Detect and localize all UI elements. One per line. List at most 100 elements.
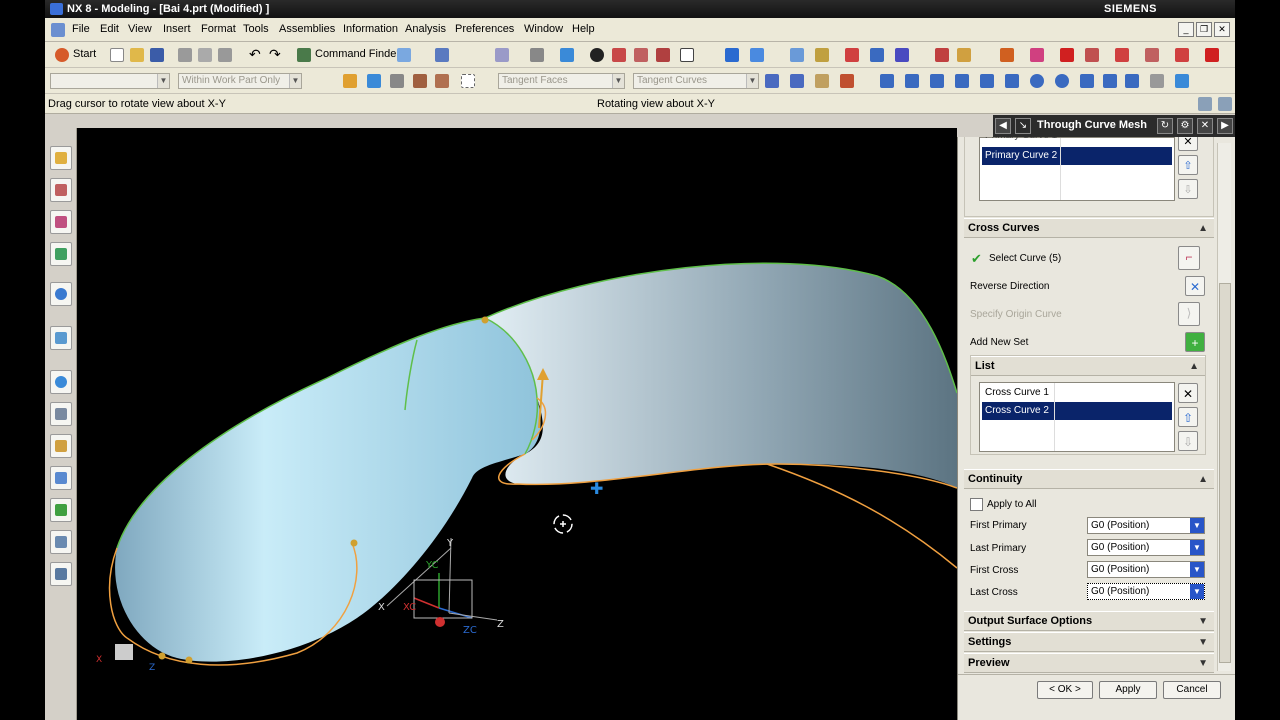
move-down-primary-button[interactable]: ⇩	[1178, 179, 1198, 199]
layer-icon[interactable]	[656, 48, 670, 62]
graphics-viewport[interactable]: ✚ YC XC ZC Y X Z X Z	[77, 128, 957, 720]
surface-tool-icon[interactable]	[935, 48, 949, 62]
list-item-selected[interactable]: Cross Curve 2	[982, 402, 1172, 420]
snap-mid-icon[interactable]	[880, 74, 894, 88]
redo-icon[interactable]: ↷	[269, 46, 281, 63]
menu-assemblies[interactable]: Assemblies	[279, 23, 335, 35]
list-item-selected[interactable]: Primary Curve 2	[982, 147, 1172, 165]
open-file-icon[interactable]	[130, 48, 144, 62]
hd3d-tools-button[interactable]	[50, 282, 72, 306]
wcs-icon[interactable]	[634, 48, 648, 62]
resource-bar-icon[interactable]	[1198, 97, 1212, 111]
snap-arc-icon[interactable]	[1030, 74, 1044, 88]
mirror-icon[interactable]	[1175, 48, 1189, 62]
apply-to-all-checkbox[interactable]	[970, 498, 983, 511]
cancel-button[interactable]: Cancel	[1163, 681, 1221, 699]
ok-button[interactable]: < OK >	[1037, 681, 1093, 699]
list-section-header[interactable]: List ▲	[971, 356, 1205, 376]
restore-button[interactable]: ❐	[1196, 22, 1212, 37]
remove-primary-button[interactable]: ✕	[1178, 137, 1198, 151]
extrude-icon[interactable]	[1000, 48, 1014, 62]
output-surface-options-header[interactable]: Output Surface Options ▼	[964, 611, 1214, 631]
render-style-icon[interactable]	[590, 48, 604, 62]
dialog-forward-button[interactable]: ▶	[1217, 118, 1233, 134]
manufacturing-wizard-button[interactable]	[50, 466, 72, 490]
primary-curves-list[interactable]: Primary Curve 1 Primary Curve 2	[979, 137, 1175, 201]
move-down-cross-button[interactable]: ⇩	[1178, 431, 1198, 451]
move-up-primary-button[interactable]: ⇧	[1178, 155, 1198, 175]
undo-icon[interactable]: ↶	[249, 46, 261, 63]
edge-select-icon[interactable]	[435, 74, 449, 88]
snap-intersection-icon[interactable]	[930, 74, 944, 88]
palettes-button[interactable]	[50, 562, 72, 586]
specify-origin-button[interactable]: ⟩	[1178, 302, 1200, 326]
revolve-icon[interactable]	[1030, 48, 1044, 62]
save-icon[interactable]	[150, 48, 164, 62]
snap-control-icon[interactable]	[905, 74, 919, 88]
remove-cross-button[interactable]: ✕	[1178, 383, 1198, 403]
snap-tangent-icon[interactable]	[1055, 74, 1069, 88]
background-icon[interactable]	[680, 48, 694, 62]
snap-solid-icon[interactable]	[1175, 74, 1189, 88]
assembly-navigator-button[interactable]	[50, 146, 72, 170]
menu-file[interactable]: File	[72, 23, 90, 35]
first-primary-select[interactable]: G0 (Position) ▼	[1087, 517, 1205, 534]
last-primary-select[interactable]: G0 (Position) ▼	[1087, 539, 1205, 556]
cross-curves-list[interactable]: Cross Curve 1 Cross Curve 2	[979, 382, 1175, 452]
move-object-icon[interactable]	[725, 48, 739, 62]
control-point[interactable]	[185, 656, 193, 664]
web-browser-button[interactable]	[50, 326, 72, 350]
minimize-button[interactable]: _	[1178, 22, 1194, 37]
snap-end-icon[interactable]	[840, 74, 854, 88]
feature-select-icon[interactable]	[413, 74, 427, 88]
select-curve-button[interactable]: ⌐	[1178, 246, 1200, 270]
settings-section-header[interactable]: Settings ▼	[964, 632, 1214, 652]
snap-settings-icon[interactable]	[343, 74, 357, 88]
command-finder-button[interactable]: Command Finder	[315, 48, 400, 60]
type-filter-select[interactable]: ▼	[50, 73, 170, 89]
part-navigator-button[interactable]	[50, 210, 72, 234]
first-cross-select[interactable]: G0 (Position) ▼	[1087, 561, 1205, 578]
control-point[interactable]	[481, 316, 489, 324]
menu-information[interactable]: Information	[343, 23, 398, 35]
snap-line-icon[interactable]	[1080, 74, 1094, 88]
fit-view-icon[interactable]	[495, 48, 509, 62]
menu-edit[interactable]: Edit	[100, 23, 119, 35]
dialog-settings-icon[interactable]: ⚙	[1177, 118, 1193, 134]
dialog-reset-button[interactable]: ↻	[1157, 118, 1173, 134]
control-point[interactable]	[350, 539, 358, 547]
cross-curves-section-header[interactable]: Cross Curves ▲	[964, 218, 1214, 238]
menu-format[interactable]: Format	[201, 23, 236, 35]
face-rule-select[interactable]: Tangent Faces ▼	[498, 73, 625, 89]
copy-icon[interactable]	[198, 48, 212, 62]
measure-icon[interactable]	[815, 48, 829, 62]
blend-icon[interactable]	[1060, 48, 1074, 62]
stop-at-intersection-icon[interactable]	[765, 74, 779, 88]
close-window-button[interactable]: ✕	[1214, 22, 1230, 37]
select-filter-icon[interactable]	[435, 48, 449, 62]
unite-icon[interactable]	[1205, 48, 1219, 62]
pattern-icon[interactable]	[1145, 48, 1159, 62]
body-select-icon[interactable]	[390, 74, 404, 88]
sketch-icon[interactable]	[957, 48, 971, 62]
curve-rule-select[interactable]: Tangent Curves ▼	[633, 73, 759, 89]
menu-insert[interactable]: Insert	[163, 23, 191, 35]
roles-button[interactable]	[50, 498, 72, 522]
apply-button[interactable]: Apply	[1099, 681, 1157, 699]
cut-icon[interactable]	[178, 48, 192, 62]
face-select-icon[interactable]	[367, 74, 381, 88]
menu-preferences[interactable]: Preferences	[455, 23, 514, 35]
snap-existing-icon[interactable]	[1005, 74, 1019, 88]
surface-tube-front[interactable]	[115, 318, 541, 662]
snap-poles-icon[interactable]	[1103, 74, 1117, 88]
feature-curves-icon[interactable]	[815, 74, 829, 88]
analysis-icon[interactable]	[790, 48, 804, 62]
reuse-library-button[interactable]	[50, 242, 72, 266]
list-item[interactable]: Cross Curve 1	[982, 384, 1172, 402]
snap-center-icon[interactable]	[955, 74, 969, 88]
process-studio-button[interactable]	[50, 434, 72, 458]
list-item[interactable]: Primary Curve 1	[982, 137, 1172, 145]
control-point[interactable]	[158, 652, 166, 660]
last-cross-select[interactable]: G0 (Position) ▼	[1087, 583, 1205, 600]
snap-point-icon[interactable]	[750, 48, 764, 62]
